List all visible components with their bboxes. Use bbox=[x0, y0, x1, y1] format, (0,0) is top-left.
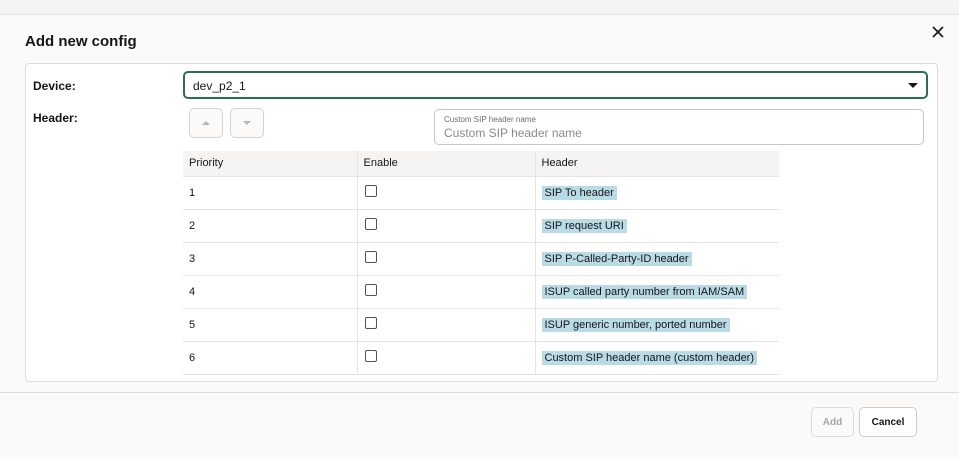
table-row[interactable]: 5 ISUP generic number, ported number bbox=[183, 307, 779, 341]
enable-checkbox[interactable] bbox=[364, 218, 377, 230]
move-up-button[interactable] bbox=[189, 108, 223, 138]
enable-checkbox[interactable] bbox=[364, 350, 377, 362]
header-cell: ISUP generic number, ported number bbox=[534, 307, 779, 341]
custom-sip-header-input[interactable]: Custom SIP header name Custom SIP header… bbox=[434, 109, 924, 145]
table-row[interactable]: 1 SIP To header bbox=[183, 175, 779, 209]
close-icon bbox=[932, 26, 944, 38]
custom-header-field-label: Custom SIP header name bbox=[444, 115, 536, 124]
close-button[interactable] bbox=[927, 21, 949, 43]
header-name: SIP P-Called-Party-ID header bbox=[541, 251, 692, 266]
device-select[interactable]: dev_p2_1 bbox=[183, 71, 928, 99]
enable-cell bbox=[356, 241, 535, 275]
config-form-panel: Device: dev_p2_1 Header: Custom SIP head… bbox=[25, 63, 938, 382]
enable-checkbox[interactable] bbox=[364, 317, 377, 329]
column-enable[interactable]: Enable bbox=[356, 151, 535, 176]
footer-divider bbox=[0, 392, 959, 393]
table-header-row: Priority Enable Header bbox=[183, 151, 779, 176]
table-row[interactable]: 6 Custom SIP header name (custom header) bbox=[183, 340, 779, 375]
table-row[interactable]: 3 SIP P-Called-Party-ID header bbox=[183, 241, 779, 275]
enable-cell bbox=[356, 340, 535, 375]
priority-cell: 1 bbox=[183, 175, 357, 209]
enable-checkbox[interactable] bbox=[364, 185, 377, 197]
enable-cell bbox=[356, 274, 535, 308]
enable-cell bbox=[356, 208, 535, 242]
header-name: ISUP called party number from IAM/SAM bbox=[541, 284, 748, 299]
header-name: Custom SIP header name (custom header) bbox=[541, 350, 758, 365]
triangle-down-icon bbox=[243, 121, 251, 125]
custom-header-placeholder: Custom SIP header name bbox=[444, 126, 582, 140]
enable-checkbox[interactable] bbox=[364, 251, 377, 263]
header-priority-table: Priority Enable Header 1 SIP To header 2… bbox=[183, 151, 779, 375]
triangle-up-icon bbox=[202, 121, 210, 125]
priority-cell: 5 bbox=[183, 307, 357, 341]
device-select-value: dev_p2_1 bbox=[193, 79, 246, 93]
backdrop bbox=[0, 0, 959, 14]
chevron-down-icon bbox=[908, 83, 918, 88]
move-down-button[interactable] bbox=[230, 108, 264, 138]
device-label: Device: bbox=[33, 79, 76, 93]
priority-cell: 6 bbox=[183, 340, 357, 375]
header-cell: Custom SIP header name (custom header) bbox=[534, 340, 779, 375]
enable-cell bbox=[356, 307, 535, 341]
table-row[interactable]: 2 SIP request URI bbox=[183, 208, 779, 242]
header-name: SIP request URI bbox=[541, 218, 627, 233]
cancel-button[interactable]: Cancel bbox=[859, 407, 917, 437]
dialog-title: Add new config bbox=[25, 33, 137, 50]
header-label: Header: bbox=[33, 111, 78, 125]
header-cell: SIP To header bbox=[534, 175, 779, 209]
header-name: SIP To header bbox=[541, 185, 617, 200]
header-cell: SIP P-Called-Party-ID header bbox=[534, 241, 779, 275]
header-name: ISUP generic number, ported number bbox=[541, 317, 730, 332]
column-priority[interactable]: Priority bbox=[183, 151, 357, 176]
add-button[interactable]: Add bbox=[811, 407, 854, 437]
priority-cell: 4 bbox=[183, 274, 357, 308]
table-row[interactable]: 4 ISUP called party number from IAM/SAM bbox=[183, 274, 779, 308]
header-cell: ISUP called party number from IAM/SAM bbox=[534, 274, 779, 308]
enable-cell bbox=[356, 175, 535, 209]
add-config-dialog: Add new config Device: dev_p2_1 Header: … bbox=[0, 14, 959, 459]
priority-cell: 2 bbox=[183, 208, 357, 242]
enable-checkbox[interactable] bbox=[364, 284, 377, 296]
column-header[interactable]: Header bbox=[534, 151, 779, 176]
header-cell: SIP request URI bbox=[534, 208, 779, 242]
priority-cell: 3 bbox=[183, 241, 357, 275]
